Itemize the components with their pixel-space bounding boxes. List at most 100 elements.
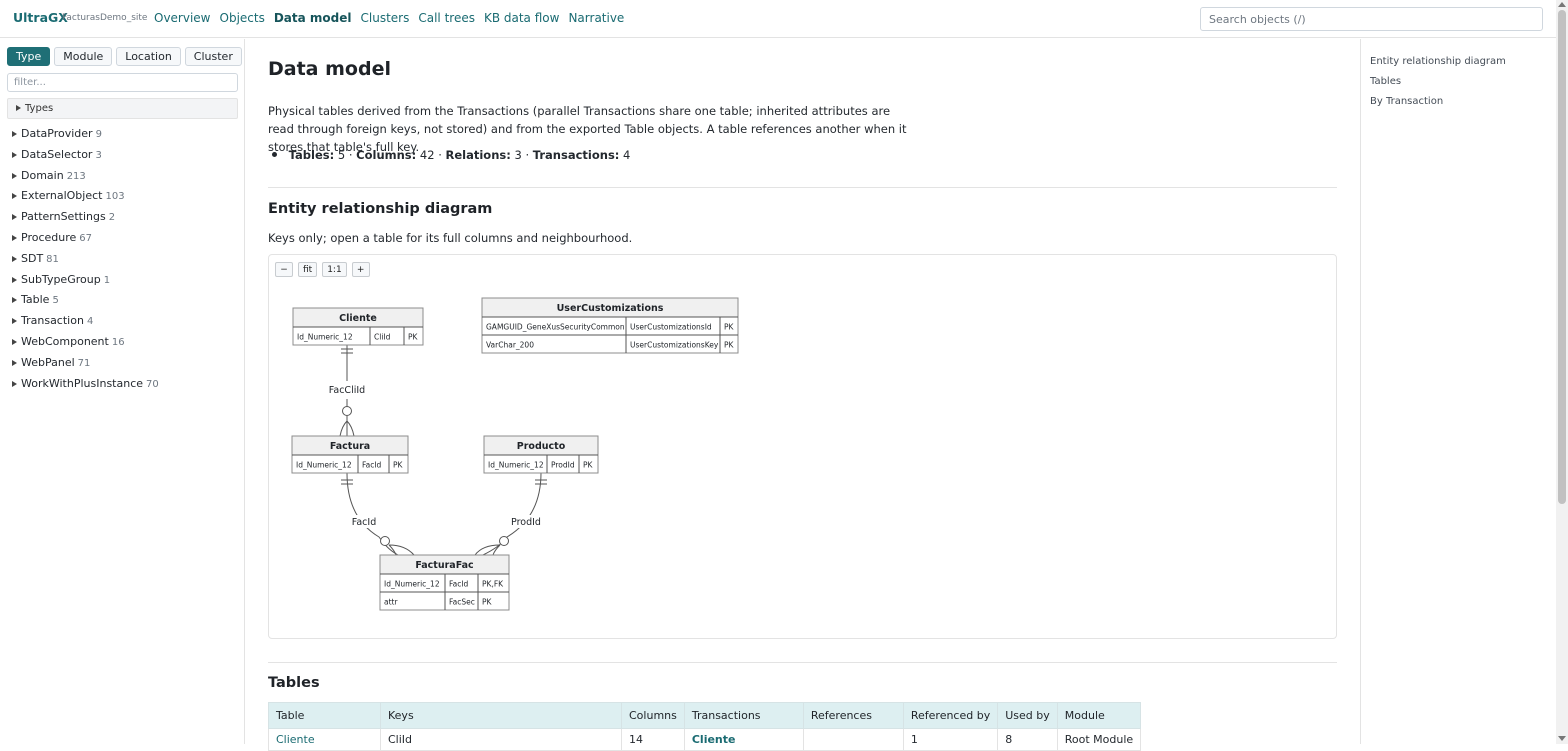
type-item-count: 16 xyxy=(111,336,125,348)
entity-cell: Id_Numeric_12 xyxy=(488,461,544,470)
types-group-header[interactable]: Types xyxy=(7,98,238,119)
table-link[interactable]: Cliente xyxy=(276,733,315,746)
crow-foot-mark xyxy=(474,544,501,556)
type-item-label: DataSelector xyxy=(21,147,93,161)
entity-cell: PK,FK xyxy=(482,580,504,589)
transaction-link[interactable]: Cliente xyxy=(692,733,736,746)
col-header-table[interactable]: Table xyxy=(268,702,381,729)
type-item-table[interactable]: Table 5 xyxy=(12,293,159,314)
main-nav: Overview Objects Data model Clusters Cal… xyxy=(154,11,624,25)
col-header-module[interactable]: Module xyxy=(1056,702,1142,729)
tab-location[interactable]: Location xyxy=(116,47,181,66)
entity-name: UserCustomizations xyxy=(557,303,664,314)
page-toc: Entity relationship diagram Tables By Tr… xyxy=(1360,39,1556,744)
nav-kb-data-flow[interactable]: KB data flow xyxy=(484,11,559,25)
type-item-count: 81 xyxy=(46,253,59,265)
scroll-down-icon[interactable] xyxy=(1558,736,1566,741)
col-header-keys[interactable]: Keys xyxy=(380,702,622,729)
entity-cell: Id_Numeric_12 xyxy=(384,580,440,589)
caret-right-icon xyxy=(12,172,17,179)
nav-clusters[interactable]: Clusters xyxy=(361,11,410,25)
page-scrollbar[interactable] xyxy=(1556,0,1568,744)
divider xyxy=(268,662,1337,663)
types-list: DataProvider 9 DataSelector 3 Domain 213 Ex… xyxy=(12,127,159,397)
entity-cell: CliId xyxy=(374,333,391,342)
zoom-reset-button[interactable]: 1:1 xyxy=(322,262,347,277)
divider xyxy=(268,187,1337,188)
search-input[interactable] xyxy=(1200,7,1543,31)
zoom-fit-button[interactable]: fit xyxy=(298,262,318,277)
type-item-externalobject[interactable]: ExternalObject 103 xyxy=(12,189,159,210)
type-item-patternsettings[interactable]: PatternSettings 2 xyxy=(12,210,159,231)
caret-right-icon xyxy=(12,318,17,325)
caret-right-icon xyxy=(12,359,17,366)
erd-diagram[interactable]: FacCliId FacId ProdId Cliente Id_Numeric_12 C… xyxy=(269,255,1336,638)
type-item-label: WebPanel xyxy=(21,355,75,369)
type-item-count: 103 xyxy=(105,191,125,203)
stat-sep: · xyxy=(525,148,530,162)
nav-narrative[interactable]: Narrative xyxy=(568,11,624,25)
type-item-subtypegroup[interactable]: SubTypeGroup 1 xyxy=(12,273,159,294)
col-header-referenced-by[interactable]: Referenced by xyxy=(902,702,999,729)
type-item-count: 213 xyxy=(66,170,86,182)
type-item-workwithplusinstance[interactable]: WorkWithPlusInstance 70 xyxy=(12,377,159,398)
filter-input[interactable] xyxy=(7,73,238,92)
page-title: Data model xyxy=(268,58,391,80)
entity-name: Producto xyxy=(517,441,566,452)
tab-module[interactable]: Module xyxy=(54,47,113,66)
entity-cell: ProdId xyxy=(551,461,575,470)
type-item-label: DataProvider xyxy=(21,127,93,140)
type-item-count: 5 xyxy=(52,295,59,307)
entity-cell: attr xyxy=(384,598,398,607)
type-item-dataselector[interactable]: DataSelector 3 xyxy=(12,148,159,169)
col-header-transactions[interactable]: Transactions xyxy=(683,702,804,729)
nav-objects[interactable]: Objects xyxy=(220,11,265,25)
zoom-in-button[interactable]: + xyxy=(351,262,370,277)
type-item-domain[interactable]: Domain 213 xyxy=(12,169,159,190)
grouping-tabs: Type Module Location Cluster xyxy=(7,47,242,66)
type-item-label: PatternSettings xyxy=(21,210,106,224)
col-header-used-by[interactable]: Used by xyxy=(997,702,1058,729)
scroll-up-icon[interactable] xyxy=(1558,2,1566,7)
type-item-label: Table xyxy=(21,293,50,307)
relation-label: FacCliId xyxy=(329,385,365,396)
nav-call-trees[interactable]: Call trees xyxy=(418,11,475,25)
caret-right-icon xyxy=(12,255,17,262)
erd-canvas[interactable]: FacCliId FacId ProdId Cliente Id_Numeric_12 C… xyxy=(268,254,1337,639)
type-item-transaction[interactable]: Transaction 4 xyxy=(12,314,159,335)
entity-cell: Id_Numeric_12 xyxy=(297,333,353,342)
type-item-count: 4 xyxy=(86,316,94,328)
entity-cell: PK xyxy=(583,461,594,470)
stat-tables-label: Tables: xyxy=(288,148,335,162)
type-item-label: WorkWithPlusInstance xyxy=(21,376,144,390)
stat-transactions: 4 xyxy=(623,148,631,162)
zoom-out-button[interactable]: − xyxy=(275,262,293,277)
type-item-count: 2 xyxy=(108,212,116,224)
toc-item-by-transaction[interactable]: By Transaction xyxy=(1370,96,1443,107)
tab-cluster[interactable]: Cluster xyxy=(184,47,242,66)
brand-link[interactable]: UltraGX xyxy=(13,10,68,25)
scrollbar-thumb[interactable] xyxy=(1558,10,1566,504)
type-item-count: 3 xyxy=(95,149,102,161)
col-header-references[interactable]: References xyxy=(802,702,904,729)
cell-used-by: 8 xyxy=(997,728,1058,751)
type-item-dataprovider[interactable]: DataProvider 9 xyxy=(12,127,159,148)
type-item-procedure[interactable]: Procedure 67 xyxy=(12,231,159,252)
caret-right-icon xyxy=(12,234,17,241)
type-item-label: WebComponent xyxy=(21,334,109,348)
type-item-webcomponent[interactable]: WebComponent 16 xyxy=(12,335,159,356)
nav-data-model[interactable]: Data model xyxy=(274,11,352,25)
stat-columns-label: Columns: xyxy=(356,148,417,162)
toc-item-erd[interactable]: Entity relationship diagram xyxy=(1370,56,1506,67)
nav-overview[interactable]: Overview xyxy=(154,11,211,25)
col-header-columns[interactable]: Columns xyxy=(621,702,685,729)
caret-right-icon xyxy=(12,193,17,200)
tab-type[interactable]: Type xyxy=(7,47,51,66)
type-item-webpanel[interactable]: WebPanel 71 xyxy=(12,356,159,377)
crow-foot-mark xyxy=(339,416,355,437)
type-item-sdt[interactable]: SDT 81 xyxy=(12,252,159,273)
toc-item-tables[interactable]: Tables xyxy=(1370,76,1401,87)
stat-sep: · xyxy=(438,148,442,162)
type-item-count: 1 xyxy=(103,274,111,286)
entity-cell: UserCustomizationsKey xyxy=(630,341,719,350)
